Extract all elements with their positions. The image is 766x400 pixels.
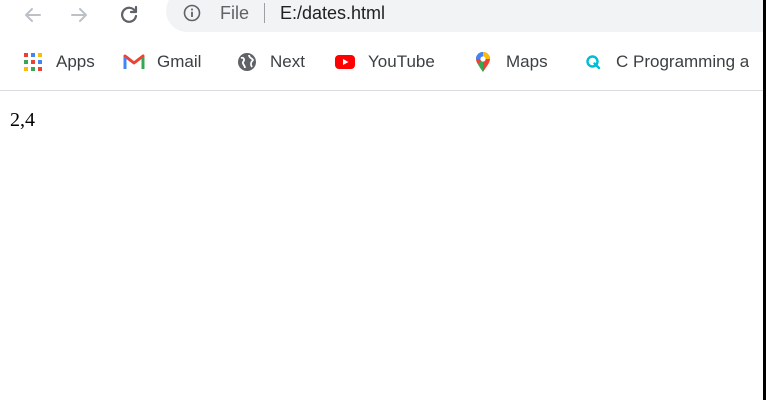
bookmark-label: Maps <box>506 52 548 71</box>
bookmark-label: C Programming a <box>616 52 750 71</box>
bookmark-apps[interactable]: Apps <box>22 40 95 84</box>
info-icon[interactable] <box>183 4 201 22</box>
q-icon <box>582 51 604 73</box>
url-separator <box>264 3 265 23</box>
forward-arrow-icon <box>71 8 87 22</box>
bookmark-label: Apps <box>56 52 95 71</box>
bookmark-c-programming[interactable]: C Programming a <box>582 40 749 84</box>
navigation-bar: File E:/dates.html <box>0 0 766 40</box>
page-content: 2,4 <box>0 91 766 400</box>
bookmark-maps[interactable]: Maps <box>472 40 548 84</box>
globe-icon <box>236 51 258 73</box>
back-arrow-icon <box>25 8 41 22</box>
maps-pin-icon <box>472 51 494 73</box>
reload-icon <box>121 5 138 23</box>
youtube-icon <box>334 51 356 73</box>
bookmark-gmail[interactable]: Gmail <box>123 40 201 84</box>
reload-button[interactable] <box>116 0 142 30</box>
url-scheme-label: File <box>220 3 250 23</box>
forward-button[interactable] <box>66 0 92 30</box>
url-text[interactable]: E:/dates.html <box>280 2 385 24</box>
address-bar[interactable] <box>166 0 766 32</box>
apps-grid-icon <box>22 51 44 73</box>
page-output-text: 2,4 <box>10 109 35 131</box>
gmail-icon <box>123 51 145 73</box>
bookmark-youtube[interactable]: YouTube <box>334 40 435 84</box>
bookmark-label: Gmail <box>157 52 202 71</box>
bookmark-label: Next <box>270 52 305 71</box>
back-button[interactable] <box>20 0 46 30</box>
bookmarks-bar: Apps Gmail Next YouTube Maps C Programmi… <box>0 40 766 90</box>
bookmark-next[interactable]: Next <box>236 40 305 84</box>
browser-chrome: File E:/dates.html Apps Gmail Next YouTu… <box>0 0 766 92</box>
bookmark-label: YouTube <box>368 52 435 71</box>
